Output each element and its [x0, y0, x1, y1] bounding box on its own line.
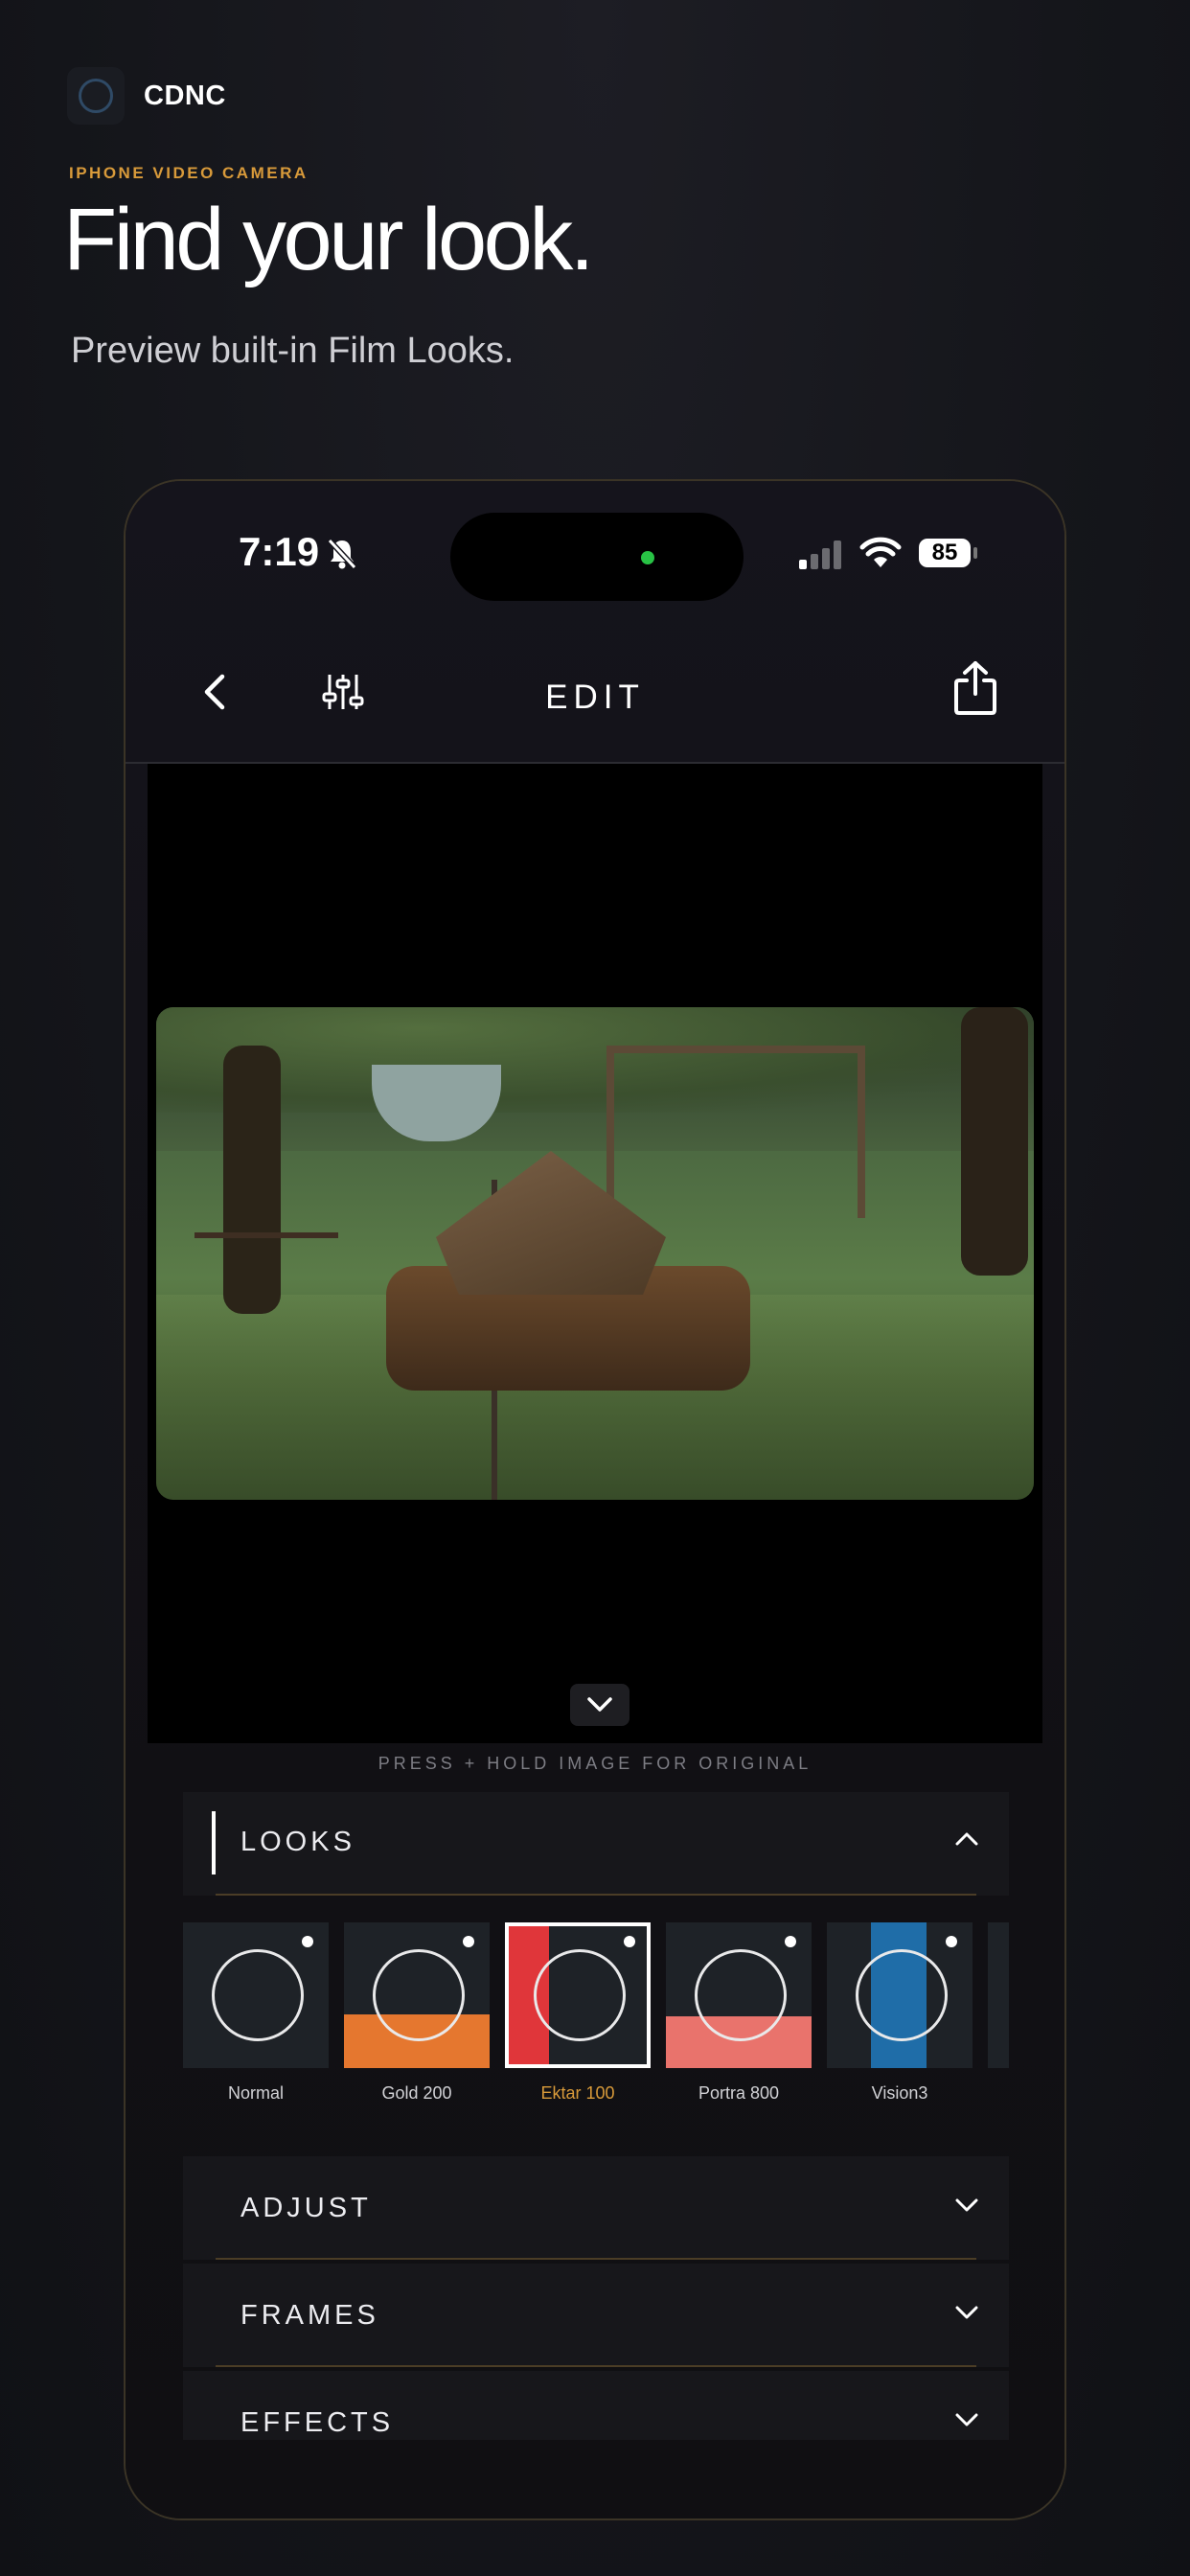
- dynamic-island: [450, 513, 744, 601]
- status-time: 7:19: [239, 529, 320, 574]
- status-bar: 7:19 85: [126, 481, 1064, 634]
- adjust-section-header[interactable]: ADJUST: [183, 2156, 1009, 2260]
- look-portra-800[interactable]: Portra 800: [666, 1922, 812, 2114]
- look-thumb: [183, 1922, 329, 2068]
- looks-section-header[interactable]: LOOKS: [183, 1792, 1009, 1896]
- edit-nav-bar: EDIT: [126, 634, 1064, 763]
- phone-frame: 7:19 85 EDIT PRESS + HOLD IMAGE FOR ORIG…: [124, 479, 1066, 2520]
- brand: CDNC: [67, 67, 226, 125]
- app-logo: [67, 67, 125, 125]
- battery-nub: [973, 547, 977, 559]
- chevron-up-icon: [955, 1832, 978, 1846]
- look-thumb: [988, 1922, 1009, 2068]
- look-normal[interactable]: Normal: [183, 1922, 329, 2114]
- cellular-signal-icon: [799, 540, 841, 569]
- section-label: EFFECTS: [240, 2407, 395, 2438]
- look-thumb: [505, 1922, 651, 2068]
- headline: Find your look.: [63, 191, 594, 288]
- look-name: Portra 800: [698, 2083, 780, 2103]
- battery-indicator: 85: [919, 539, 971, 567]
- look-thumb: [666, 1922, 812, 2068]
- nav-title: EDIT: [545, 678, 645, 716]
- look-name: Normal: [227, 2083, 284, 2103]
- brand-name: CDNC: [144, 80, 226, 111]
- look-next-partial[interactable]: [988, 1922, 1009, 2114]
- looks-carousel[interactable]: Normal Gold 200 Ektar 100 Portra 800 Vis…: [183, 1922, 1009, 2114]
- look-name: Vision3: [871, 2083, 928, 2103]
- look-name: Gold 200: [381, 2083, 452, 2103]
- look-vision3[interactable]: Vision3: [827, 1922, 973, 2114]
- hold-hint: PRESS + HOLD IMAGE FOR ORIGINAL: [378, 1754, 812, 1773]
- collapse-chevron-button[interactable]: [570, 1684, 629, 1726]
- preview-photo[interactable]: [156, 1007, 1034, 1500]
- look-name: Ektar 100: [540, 2083, 615, 2103]
- look-thumb: [344, 1922, 490, 2068]
- section-label: FRAMES: [240, 2300, 379, 2331]
- share-icon[interactable]: [951, 659, 999, 717]
- look-ektar-100[interactable]: Ektar 100: [505, 1922, 651, 2114]
- chevron-down-icon: [955, 2413, 978, 2426]
- wifi-icon: [859, 537, 902, 567]
- chevron-down-icon: [955, 2306, 978, 2319]
- image-viewer[interactable]: [148, 764, 1042, 1743]
- frames-section-header[interactable]: FRAMES: [183, 2264, 1009, 2367]
- chevron-down-icon: [955, 2198, 978, 2212]
- effects-section-header[interactable]: EFFECTS: [183, 2371, 1009, 2440]
- looks-label: LOOKS: [240, 1827, 355, 1857]
- chevron-down-icon: [587, 1697, 612, 1712]
- eyebrow: IPHONE VIDEO CAMERA: [69, 164, 309, 182]
- look-thumb: [827, 1922, 973, 2068]
- look-gold-200[interactable]: Gold 200: [344, 1922, 490, 2114]
- subhead: Preview built-in Film Looks.: [71, 331, 515, 371]
- section-label: ADJUST: [240, 2193, 372, 2223]
- silent-bell-icon: [327, 538, 357, 570]
